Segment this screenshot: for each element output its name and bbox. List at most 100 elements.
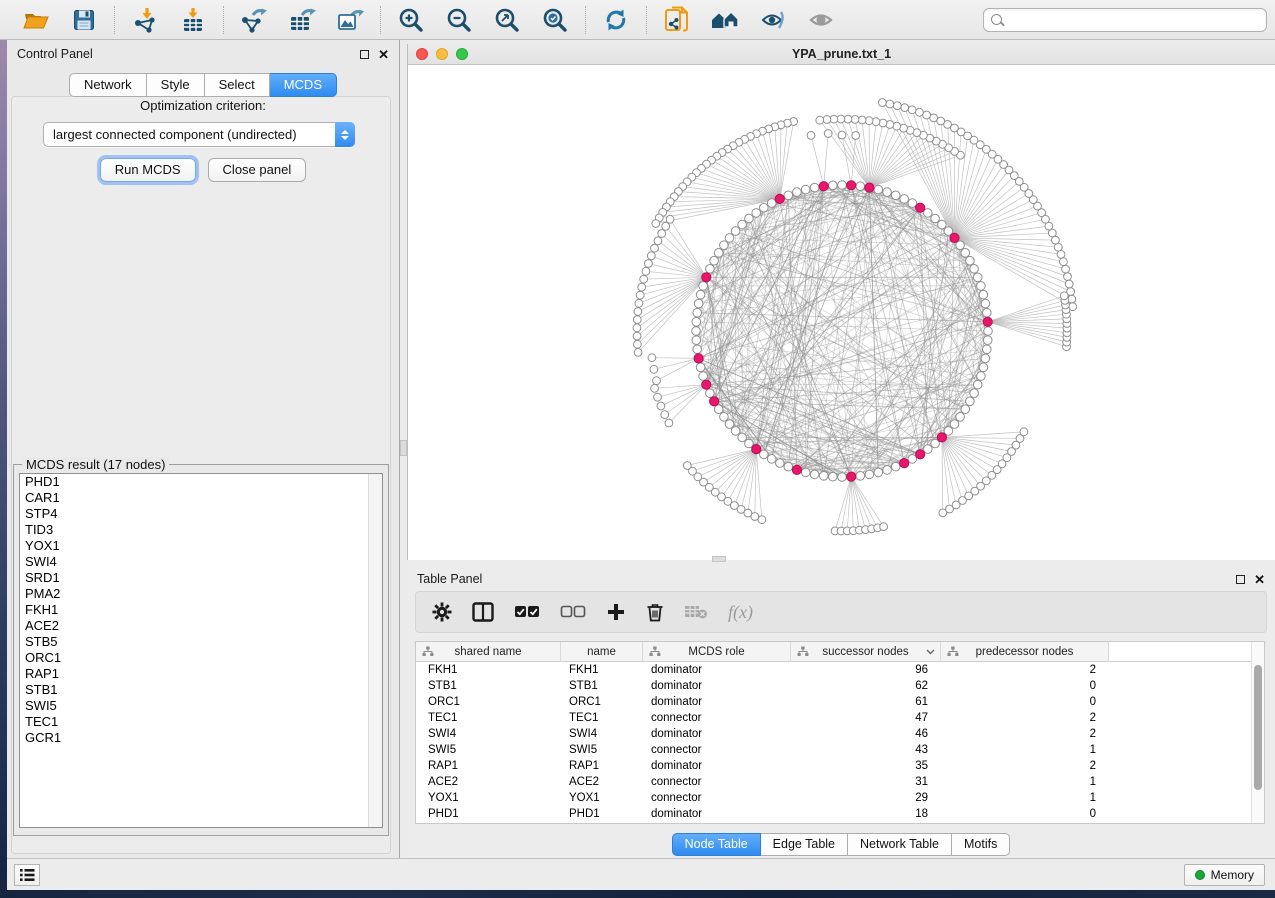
ring-node[interactable]: [706, 389, 715, 398]
result-node-tec1[interactable]: TEC1: [20, 714, 382, 730]
cell[interactable]: [1109, 662, 1251, 678]
tab-motifs[interactable]: Motifs: [952, 833, 1010, 856]
leaf-node[interactable]: [633, 332, 641, 340]
ring-node[interactable]: [696, 363, 705, 372]
mcds-dominator-node[interactable]: [710, 397, 719, 406]
table-scrollbar-thumb[interactable]: [1254, 665, 1262, 790]
cell[interactable]: 0: [941, 678, 1109, 694]
cell[interactable]: connector: [643, 774, 791, 790]
deselect-all-button[interactable]: [560, 605, 586, 619]
leaf-node[interactable]: [824, 130, 832, 138]
cell[interactable]: PHD1: [416, 806, 561, 822]
ring-node[interactable]: [856, 472, 865, 481]
splitter-grip[interactable]: [400, 440, 407, 456]
cell[interactable]: connector: [643, 742, 791, 758]
cell[interactable]: 96: [791, 662, 941, 678]
import-network-button[interactable]: [129, 5, 161, 35]
leaf-node[interactable]: [662, 222, 670, 230]
memory-button[interactable]: Memory: [1184, 864, 1265, 886]
search-input[interactable]: [1002, 13, 1266, 27]
leaf-node[interactable]: [665, 419, 673, 427]
ring-node[interactable]: [883, 466, 892, 475]
cell[interactable]: 0: [941, 694, 1109, 710]
leaf-node[interactable]: [651, 384, 659, 392]
column-header-MCDS-role[interactable]: MCDS role: [643, 642, 791, 662]
cell[interactable]: RAP1: [416, 758, 561, 774]
ring-node[interactable]: [938, 220, 947, 229]
ring-node[interactable]: [883, 188, 892, 197]
leaf-node[interactable]: [654, 393, 662, 401]
cell[interactable]: dominator: [643, 758, 791, 774]
float-panel-icon[interactable]: [360, 50, 369, 59]
criterion-dropdown[interactable]: largest connected component (undirected): [43, 122, 355, 147]
ring-node[interactable]: [745, 214, 754, 223]
leaf-node[interactable]: [651, 244, 659, 252]
cell[interactable]: ACE2: [416, 774, 561, 790]
result-list-scrollbar[interactable]: [368, 474, 382, 827]
mcds-dominator-node[interactable]: [900, 459, 909, 468]
leaf-node[interactable]: [1062, 265, 1070, 273]
column-header-successor-nodes[interactable]: successor nodes: [791, 642, 941, 662]
cell[interactable]: [1109, 774, 1251, 790]
horizontal-splitter-grip[interactable]: [712, 556, 726, 562]
cell[interactable]: TEC1: [561, 710, 643, 726]
table-scrollbar[interactable]: [1251, 642, 1264, 823]
leaf-node[interactable]: [657, 402, 665, 410]
network-graph[interactable]: [408, 65, 1275, 560]
ring-node[interactable]: [714, 249, 723, 258]
ring-node[interactable]: [838, 473, 847, 482]
ring-node[interactable]: [767, 199, 776, 208]
leaf-node[interactable]: [661, 411, 669, 419]
open-file-button[interactable]: [20, 5, 52, 35]
result-node-rap1[interactable]: RAP1: [20, 666, 382, 682]
ring-node[interactable]: [874, 185, 883, 194]
result-node-stb5[interactable]: STB5: [20, 634, 382, 650]
result-node-yox1[interactable]: YOX1: [20, 538, 382, 554]
search-box[interactable]: [983, 8, 1267, 32]
ring-node[interactable]: [720, 241, 729, 250]
cell[interactable]: ACE2: [561, 774, 643, 790]
leaf-node[interactable]: [908, 106, 916, 114]
cell[interactable]: 2: [941, 662, 1109, 678]
ring-node[interactable]: [752, 209, 761, 218]
mcds-dominator-node[interactable]: [847, 472, 856, 481]
mcds-dominator-node[interactable]: [694, 354, 703, 363]
cell[interactable]: SWI5: [416, 742, 561, 758]
leaf-node[interactable]: [1060, 292, 1068, 300]
table-row[interactable]: YOX1YOX1connector291: [416, 790, 1251, 806]
ring-node[interactable]: [693, 308, 702, 317]
cell[interactable]: ORC1: [561, 694, 643, 710]
cell[interactable]: 0: [941, 806, 1109, 822]
result-node-orc1[interactable]: ORC1: [20, 650, 382, 666]
vertical-splitter[interactable]: [400, 40, 407, 858]
leaf-node[interactable]: [638, 283, 646, 291]
leaf-node[interactable]: [647, 252, 655, 260]
network-window-titlebar[interactable]: YPA_prune.txt_1: [408, 44, 1275, 65]
mcds-dominator-node[interactable]: [752, 445, 761, 454]
mcds-dominator-node[interactable]: [916, 203, 925, 212]
ring-node[interactable]: [710, 256, 719, 265]
ring-node[interactable]: [776, 459, 785, 468]
table-row[interactable]: STB1STB1dominator620: [416, 678, 1251, 694]
ring-node[interactable]: [977, 372, 986, 381]
table-settings-button[interactable]: [432, 602, 452, 622]
ring-node[interactable]: [699, 282, 708, 291]
ring-node[interactable]: [981, 354, 990, 363]
export-image-button[interactable]: [334, 5, 366, 35]
cell[interactable]: SWI4: [561, 726, 643, 742]
ring-node[interactable]: [973, 273, 982, 282]
leaf-node[interactable]: [893, 102, 901, 110]
leaf-node[interactable]: [634, 340, 642, 348]
table-row[interactable]: RAP1RAP1dominator352: [416, 758, 1251, 774]
leaf-node[interactable]: [852, 132, 860, 140]
column-header-shared-name[interactable]: shared name: [416, 642, 561, 662]
result-node-srd1[interactable]: SRD1: [20, 570, 382, 586]
ring-node[interactable]: [810, 183, 819, 192]
leaf-node[interactable]: [633, 324, 641, 332]
tab-node-table[interactable]: Node Table: [672, 833, 761, 856]
ring-node[interactable]: [692, 318, 701, 327]
leaf-node[interactable]: [879, 119, 887, 127]
leaf-node[interactable]: [858, 116, 866, 124]
ring-node[interactable]: [714, 405, 723, 414]
zoom-in-button[interactable]: [395, 5, 427, 35]
